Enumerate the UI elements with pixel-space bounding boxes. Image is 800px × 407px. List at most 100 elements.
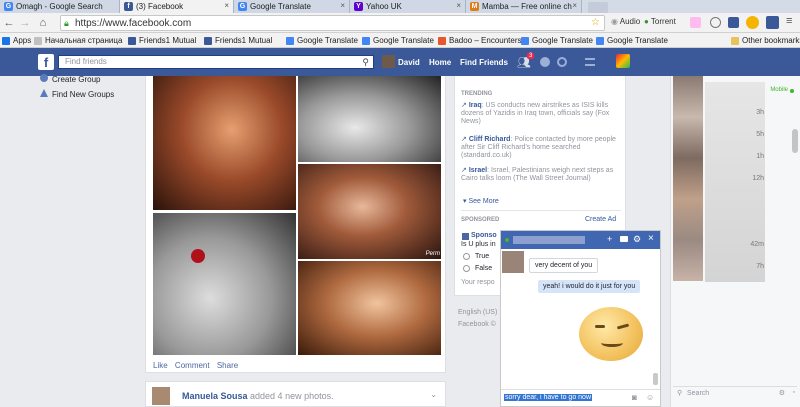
bookmark-item[interactable]: Google Translate [521,36,593,45]
respond-text: Your respo [461,279,495,286]
find-groups-link[interactable]: Find New Groups [52,90,114,99]
bookmark-label: Other bookmarks [742,36,800,45]
home-icon[interactable]: ⌂ [36,16,50,30]
app-icon[interactable] [616,54,630,68]
scrollbar-thumb[interactable] [792,129,798,153]
forward-icon[interactable]: → [18,16,32,30]
post-photo[interactable] [153,213,296,355]
privacy-icon[interactable] [585,58,595,66]
tab-title: Google Translate [250,2,311,11]
bookmark-item[interactable]: Google Translate [596,36,668,45]
bookmark-label: Google Translate [607,36,668,45]
bookmark-item[interactable]: Badoo – Encounters [438,36,522,45]
tab-google-search[interactable]: G Omagh - Google Search [0,0,120,13]
gear-icon[interactable]: ⚙ [633,234,641,245]
globe-icon[interactable] [557,57,567,67]
gear-icon[interactable]: ⚙ [779,389,785,397]
menu-icon[interactable]: ≡ [786,15,792,27]
trending-item[interactable]: ↗ Cliff Richard: Police contacted by mor… [461,136,617,160]
bookmark-item[interactable]: Google Translate [286,36,358,45]
smiley-icon[interactable] [746,16,759,29]
audio-extension[interactable]: ◉ Audio [611,17,640,26]
close-icon[interactable]: × [648,233,654,244]
create-group-link[interactable]: Create Group [52,75,100,84]
torrent-icon: ● [644,17,649,26]
close-icon[interactable]: × [456,1,461,10]
post-photo[interactable] [298,261,441,355]
chat-header[interactable]: + ⚙ × [501,231,660,249]
see-more-link[interactable]: ▾ See More [463,197,499,205]
create-ad-link[interactable]: Create Ad [585,216,616,223]
sponsor-title[interactable]: Sponso [471,232,497,239]
translate-icon [286,37,294,45]
headphones-icon[interactable] [710,17,721,28]
scrollbar-thumb[interactable] [653,373,658,385]
avatar[interactable] [382,55,395,68]
author-link[interactable]: Manuela Sousa [182,391,248,401]
tab-google-translate[interactable]: G Google Translate × [234,0,350,13]
like-link[interactable]: Like [153,361,168,370]
audio-icon: ◉ [611,17,618,26]
tab-facebook[interactable]: f (3) Facebook × [120,0,234,13]
close-icon[interactable]: × [340,1,345,10]
facebook-logo[interactable]: f [38,54,54,70]
apps-bookmark[interactable]: Apps [2,36,31,45]
add-friend-icon[interactable]: + [607,234,612,244]
radio-true[interactable] [463,253,470,260]
audio-label: Audio [619,17,641,26]
chat-search-input[interactable]: ⚲ Search ⚙ ▫ [673,386,797,398]
avatar[interactable] [152,387,170,405]
post-photo[interactable] [298,76,441,162]
page-icon [34,37,42,45]
star-icon[interactable]: ☆ [591,17,600,28]
facebook-extension-icon[interactable] [766,16,779,29]
find-friends-link[interactable]: Find Friends [460,58,508,67]
bookmark-item[interactable]: Начальная страница [34,36,122,45]
bookmark-label: Google Translate [373,36,434,45]
address-bar[interactable]: 🔒︎ https://www.facebook.com ☆ [60,15,605,31]
post-photo[interactable] [153,76,296,210]
tab-mamba[interactable]: M Mamba — Free online ch × [466,0,582,13]
video-icon[interactable] [620,236,628,242]
divider [461,210,621,211]
yahoo-icon: Y [354,2,363,11]
share-icon[interactable] [728,17,739,28]
post-photo[interactable]: Perm [298,164,441,259]
emoji-icon[interactable]: ☺ [646,393,654,402]
extension-icon[interactable] [690,17,701,28]
facebook-icon [204,37,212,45]
notification-badge: 3 [527,53,535,59]
bookmark-item[interactable]: Friends1 Mutual [128,36,196,45]
trending-item[interactable]: ↗ Iraq: US conducts new airstrikes as IS… [461,102,617,126]
close-icon[interactable]: × [572,1,577,10]
comment-link[interactable]: Comment [175,361,210,370]
avatar[interactable] [502,251,524,273]
home-link[interactable]: Home [429,58,451,67]
tab-yahoo[interactable]: Y Yahoo UK × [350,0,466,13]
bookmark-item[interactable]: Friends1 Mutual [204,36,272,45]
radio-false[interactable] [463,265,470,272]
trending-topic: Iraq [468,102,482,109]
new-tab-button[interactable] [588,2,608,13]
tab-title: Mamba — Free online ch [482,2,572,11]
search-icon[interactable]: ⚲ [362,57,369,68]
back-icon[interactable]: ← [2,16,16,30]
profile-link[interactable]: David [398,58,420,67]
bookmark-item[interactable]: Google Translate [362,36,434,45]
rose-icon [191,249,205,263]
close-icon[interactable]: × [224,1,229,10]
translate-icon [362,37,370,45]
search-input[interactable]: Find friends ⚲ [58,55,374,69]
language-link[interactable]: English (US) [458,309,497,316]
share-link[interactable]: Share [217,361,238,370]
chat-input[interactable]: sorry dear, i have to go now ◙ ☺ [501,389,660,407]
torrent-extension[interactable]: ● Torrent [644,17,676,26]
trending-item[interactable]: ↗ Israel: Israel, Palestinians weigh nex… [461,167,617,183]
search-icon: ⚲ [677,390,683,397]
other-bookmarks[interactable]: Other bookmarks [731,36,800,45]
messages-icon[interactable] [540,57,550,67]
camera-icon[interactable]: ◙ [632,393,637,402]
chat-input-text: sorry dear, i have to go now [504,394,592,401]
expand-icon[interactable]: ▫ [793,389,795,396]
chevron-down-icon[interactable]: ⌄ [430,390,437,399]
